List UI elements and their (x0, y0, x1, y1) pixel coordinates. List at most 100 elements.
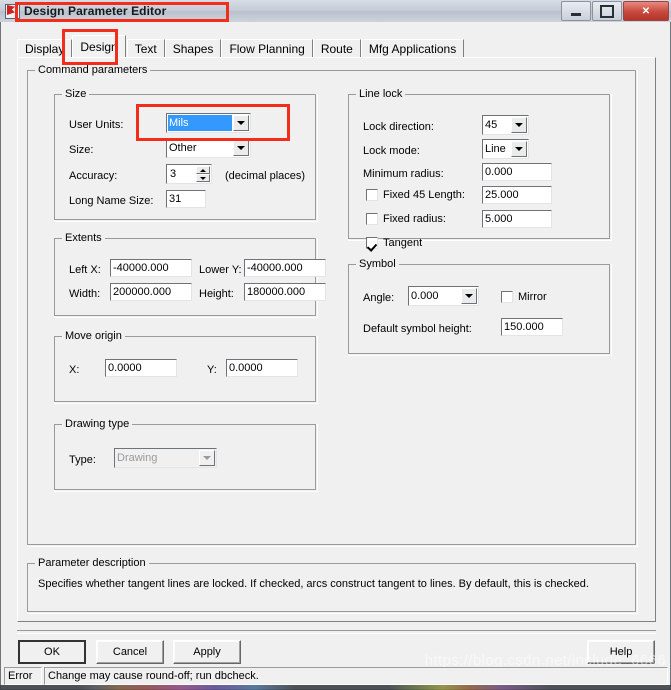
tab-shapes[interactable]: Shapes (164, 39, 222, 57)
tab-text[interactable]: Text (126, 39, 165, 57)
default-symbol-height-input[interactable]: 150.000 (501, 318, 563, 336)
maximize-button[interactable] (592, 1, 622, 21)
angle-value: 0.000 (411, 290, 439, 302)
app-flag-icon (4, 3, 20, 19)
status-bar: Error Change may cause round-off; run db… (4, 667, 668, 685)
user-units-label: User Units: (69, 119, 124, 131)
lower-y-label: Lower Y: (199, 264, 242, 276)
group-move-origin: Move origin X: 0.0000 Y: 0.0000 (54, 330, 318, 404)
move-origin-x-input[interactable]: 0.0000 (105, 359, 177, 377)
user-units-value: Mils (168, 115, 232, 131)
fixed-45-length-input[interactable]: 25.000 (482, 186, 552, 204)
accuracy-stepper[interactable]: 3 (166, 164, 212, 184)
fixed-radius-input[interactable]: 5.000 (482, 210, 552, 228)
accuracy-spin-buttons[interactable] (196, 166, 210, 182)
status-severity: Error (4, 667, 42, 685)
maximize-icon (600, 4, 614, 18)
tab-mfg-applications[interactable]: Mfg Applications (360, 39, 465, 57)
close-button[interactable]: ✕ (623, 1, 669, 21)
minimum-radius-label: Minimum radius: (363, 168, 444, 180)
user-units-dropdown-button[interactable] (233, 115, 249, 131)
window-controls: ✕ (561, 1, 669, 21)
window-titlebar[interactable]: Design Parameter Editor ✕ (0, 0, 671, 23)
lock-mode-dropdown-button[interactable] (511, 141, 527, 157)
lock-direction-label: Lock direction: (363, 121, 434, 133)
size-dropdown-button[interactable] (233, 140, 249, 156)
lock-mode-combo[interactable]: Line (482, 139, 529, 159)
parameter-description-text: Specifies whether tangent lines are lock… (38, 578, 589, 590)
group-drawing-type: Drawing type Type: Drawing (54, 418, 318, 492)
width-input[interactable]: 200000.000 (110, 283, 192, 301)
angle-combo[interactable]: 0.000 (408, 286, 479, 306)
group-extents: Extents Left X: -40000.000 Lower Y: -400… (54, 232, 326, 318)
lock-direction-dropdown-button[interactable] (511, 117, 527, 133)
accuracy-value: 3 (170, 168, 177, 180)
accuracy-suffix-label: (decimal places) (225, 170, 306, 182)
lock-mode-label: Lock mode: (363, 145, 420, 157)
cancel-button[interactable]: Cancel (96, 640, 164, 664)
group-drawing-type-label: Drawing type (62, 418, 133, 430)
tangent-checkbox[interactable]: Tangent (366, 237, 422, 249)
tab-bar: Display Design Text Shapes Flow Planning… (17, 35, 465, 57)
group-symbol-label: Symbol (356, 258, 399, 270)
group-move-origin-label: Move origin (62, 330, 125, 342)
group-symbol: Symbol Angle: 0.000 Mirror Default symbo… (348, 258, 612, 356)
chevron-down-icon (515, 123, 523, 127)
checkbox-box (366, 213, 378, 225)
move-origin-y-input[interactable]: 0.0000 (226, 359, 298, 377)
tab-design[interactable]: Design (72, 35, 126, 57)
group-parameter-description: Parameter description Specifies whether … (27, 557, 638, 614)
minimize-button[interactable] (561, 1, 591, 21)
angle-dropdown-button[interactable] (461, 288, 477, 304)
checkbox-box (366, 237, 378, 249)
mirror-checkbox[interactable]: Mirror (501, 291, 547, 303)
drawing-type-combo: Drawing (114, 448, 217, 468)
tab-flow-planning[interactable]: Flow Planning (221, 39, 313, 57)
group-line-lock-label: Line lock (356, 88, 406, 100)
group-command-parameters: Command parameters Size User Units: Mils… (27, 64, 638, 547)
width-label: Width: (69, 288, 101, 300)
tab-display[interactable]: Display (17, 39, 73, 57)
size-combo[interactable]: Other (166, 138, 251, 158)
checkbox-box (501, 291, 513, 303)
lock-mode-value: Line (485, 143, 506, 155)
desktop-bottom-strip (0, 685, 671, 690)
button-bar-separator (17, 630, 656, 634)
group-extents-label: Extents (62, 232, 105, 244)
left-x-input[interactable]: -40000.000 (110, 259, 192, 277)
long-name-size-label: Long Name Size: (69, 195, 154, 207)
drawing-type-value: Drawing (117, 452, 158, 464)
chevron-down-icon (515, 147, 523, 151)
drawing-type-dropdown-button (199, 450, 215, 466)
mirror-label: Mirror (518, 291, 547, 303)
accuracy-spin-up[interactable] (196, 166, 210, 174)
lower-y-input[interactable]: -40000.000 (244, 259, 326, 277)
chevron-down-icon (465, 294, 473, 298)
fixed-45-length-label: Fixed 45 Length: (383, 189, 465, 201)
fixed-radius-checkbox[interactable]: Fixed radius: (366, 213, 446, 225)
ok-button[interactable]: OK (18, 640, 86, 664)
status-message: Change may cause round-off; run dbcheck. (44, 667, 668, 685)
accuracy-spin-down[interactable] (196, 174, 210, 182)
size-value: Other (169, 142, 197, 154)
apply-button[interactable]: Apply (173, 640, 241, 664)
group-size: Size User Units: Mils Size: Other Accura… (54, 88, 318, 222)
long-name-size-input[interactable]: 31 (166, 190, 206, 208)
tab-route[interactable]: Route (312, 39, 361, 57)
chevron-up-icon (200, 168, 206, 172)
group-parameter-description-label: Parameter description (35, 557, 149, 569)
group-size-label: Size (62, 88, 90, 100)
dialog-client-area: Display Design Text Shapes Flow Planning… (0, 22, 671, 690)
fixed-45-length-checkbox[interactable]: Fixed 45 Length: (366, 189, 465, 201)
chevron-down-icon (203, 456, 211, 460)
checkbox-box (366, 189, 378, 201)
help-button[interactable]: Help (587, 640, 655, 664)
minimum-radius-input[interactable]: 0.000 (482, 163, 552, 181)
default-symbol-height-label: Default symbol height: (363, 323, 472, 335)
tangent-label: Tangent (383, 237, 423, 249)
lock-direction-combo[interactable]: 45 (482, 115, 529, 135)
height-input[interactable]: 180000.000 (244, 283, 326, 301)
design-parameter-editor-window: Design Parameter Editor ✕ Display Design… (0, 0, 671, 690)
move-origin-y-label: Y: (207, 364, 217, 376)
user-units-combo[interactable]: Mils (166, 113, 251, 133)
